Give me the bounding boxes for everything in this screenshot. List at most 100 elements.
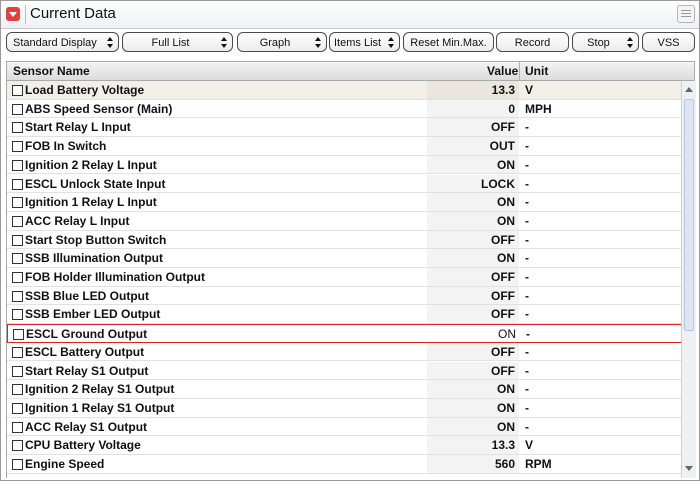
sensor-value: 13.3 <box>491 438 515 453</box>
table-row[interactable]: ACC Relay L Input ON - <box>7 211 682 231</box>
sensor-value: OFF <box>491 120 515 135</box>
sensor-value: ON <box>497 400 515 415</box>
table-row[interactable]: ESCL Battery Output OFF - <box>7 342 682 362</box>
table-row[interactable]: SSB Blue LED Output OFF - <box>7 286 682 306</box>
scroll-down-icon[interactable] <box>683 462 695 476</box>
checkbox-icon[interactable] <box>12 421 23 433</box>
checkbox-icon[interactable] <box>12 122 23 134</box>
toolbar: Standard Display Full List Graph Items L… <box>1 29 699 59</box>
vss-label: VSS <box>657 37 680 49</box>
updown-arrows-icon <box>221 37 228 49</box>
table-row[interactable]: CPU Battery Voltage 13.3 V <box>7 436 682 455</box>
sensor-name: ESCL Ground Output <box>26 327 148 342</box>
table-row[interactable]: FOB Holder Illumination Output OFF - <box>7 268 682 287</box>
checkbox-icon[interactable] <box>12 159 23 171</box>
scrollbar-thumb[interactable] <box>684 99 694 331</box>
window-title: Current Data <box>30 5 116 22</box>
sensor-name: ACC Relay S1 Output <box>25 419 148 434</box>
checkbox-icon[interactable] <box>12 234 23 246</box>
sensor-unit: - <box>525 176 529 191</box>
table-row[interactable]: Ignition 1 Relay S1 Output ON - <box>7 398 682 418</box>
sensor-name: SSB Blue LED Output <box>25 288 149 303</box>
table-row[interactable]: SSB Ember LED Output OFF - <box>7 305 682 325</box>
table-row[interactable]: ABS Speed Sensor (Main) 0 MPH <box>7 99 682 119</box>
value-cell: ON <box>427 249 519 267</box>
record-label: Record <box>514 37 551 49</box>
value-cell: LOCK <box>427 174 519 193</box>
sensor-value: ON <box>497 251 515 266</box>
checkbox-icon[interactable] <box>12 384 23 396</box>
table-row[interactable]: Ignition 2 Relay S1 Output ON - <box>7 380 682 399</box>
sensor-unit: - <box>525 400 529 415</box>
sensor-value: OFF <box>491 344 515 359</box>
column-header-unit[interactable]: Unit <box>525 64 548 78</box>
updown-arrows-icon <box>315 37 322 49</box>
checkbox-icon[interactable] <box>12 346 23 358</box>
reset-min-max-button[interactable]: Reset Min.Max. <box>403 32 494 52</box>
table-row[interactable]: FOB In Switch OUT - <box>7 137 682 156</box>
table-row[interactable]: SSB Illumination Output ON - <box>7 249 682 268</box>
sensor-value: 13.3 <box>491 83 515 97</box>
checkbox-icon[interactable] <box>12 85 23 96</box>
value-cell: ON <box>427 380 519 398</box>
sensor-value: ON <box>497 419 515 434</box>
value-cell: 560 <box>427 455 519 473</box>
checkbox-icon[interactable] <box>12 215 23 227</box>
checkbox-icon[interactable] <box>13 329 24 341</box>
standard-display-select[interactable]: Standard Display <box>6 32 119 52</box>
scroll-up-icon[interactable] <box>683 83 695 97</box>
stop-label: Stop <box>587 37 610 49</box>
column-header-sensor-name[interactable]: Sensor Name <box>13 64 90 78</box>
items-list-select[interactable]: Items List <box>329 32 400 52</box>
sensor-value: ON <box>497 382 515 397</box>
table-row[interactable]: Start Relay S1 Output OFF - <box>7 361 682 381</box>
vss-button[interactable]: VSS <box>642 32 695 52</box>
sensor-name: Load Battery Voltage <box>25 83 145 97</box>
record-button[interactable]: Record <box>496 32 569 52</box>
table-row[interactable]: Ignition 2 Relay L Input ON - <box>7 155 682 175</box>
sensor-name: Ignition 1 Relay L Input <box>25 195 157 210</box>
sensor-table: Load Battery Voltage 13.3 V ABS Speed Senso… <box>6 81 682 478</box>
checkbox-icon[interactable] <box>12 141 23 153</box>
table-row[interactable]: Load Battery Voltage 13.3 V <box>7 81 682 100</box>
sensor-unit: - <box>525 382 529 397</box>
sensor-unit: - <box>525 307 529 322</box>
full-list-select[interactable]: Full List <box>122 32 233 52</box>
table-row[interactable]: Start Relay L Input OFF - <box>7 118 682 138</box>
sensor-unit: - <box>525 213 529 228</box>
collapse-arrow-icon[interactable] <box>6 7 20 21</box>
table-row[interactable]: ESCL Unlock State Input LOCK - <box>7 174 682 194</box>
checkbox-icon[interactable] <box>12 365 23 377</box>
sensor-unit: - <box>525 232 529 247</box>
value-cell: 13.3 <box>427 81 519 99</box>
table-row[interactable]: Ignition 1 Relay L Input ON - <box>7 193 682 212</box>
stop-select[interactable]: Stop <box>572 32 639 52</box>
value-cell: OFF <box>427 305 519 324</box>
sensor-name: FOB In Switch <box>25 139 107 154</box>
sensor-name: ACC Relay L Input <box>25 213 130 228</box>
sensor-unit: V <box>525 438 534 453</box>
checkbox-icon[interactable] <box>12 459 23 470</box>
value-cell: 13.3 <box>427 436 519 454</box>
table-row[interactable]: Engine Speed 560 RPM <box>7 455 682 474</box>
value-cell: ON <box>427 211 519 230</box>
checkbox-icon[interactable] <box>12 103 23 115</box>
checkbox-icon[interactable] <box>12 178 23 190</box>
checkbox-icon[interactable] <box>12 272 23 283</box>
value-cell: ON <box>428 325 520 342</box>
table-row[interactable]: ACC Relay S1 Output ON - <box>7 417 682 437</box>
checkbox-icon[interactable] <box>12 440 23 452</box>
checkbox-icon[interactable] <box>12 309 23 321</box>
table-row[interactable]: ESCL Ground Output ON - <box>7 324 682 343</box>
table-row[interactable]: Start Stop Button Switch OFF - <box>7 230 682 250</box>
menu-list-icon[interactable] <box>677 5 695 23</box>
vertical-scrollbar[interactable] <box>681 81 696 478</box>
graph-select[interactable]: Graph <box>237 32 327 52</box>
current-data-window: Current Data Standard Display Full List … <box>0 0 700 481</box>
checkbox-icon[interactable] <box>12 197 23 209</box>
checkbox-icon[interactable] <box>12 290 23 302</box>
checkbox-icon[interactable] <box>12 253 23 265</box>
checkbox-icon[interactable] <box>12 402 23 414</box>
column-header-value[interactable]: Value <box>487 64 518 78</box>
sensor-unit: - <box>525 270 529 284</box>
